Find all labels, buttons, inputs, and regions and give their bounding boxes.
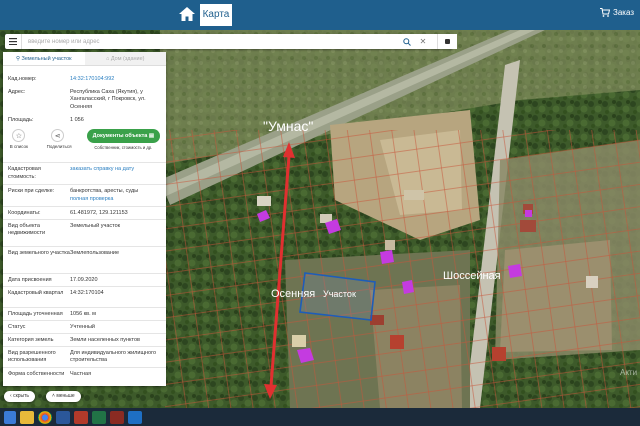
os-taskbar: [0, 408, 640, 426]
add-to-list-button[interactable]: ☆ В список: [9, 129, 29, 149]
cart-label: Заказ: [613, 8, 634, 17]
home-icon[interactable]: [179, 7, 195, 21]
field-cadastral-cost: Кадастровая стоимость: заказать справку …: [8, 166, 135, 180]
detail-row: Площадь уточненная 1056 кв. м: [8, 310, 96, 317]
close-icon: ✕: [419, 37, 427, 46]
excel-icon[interactable]: [92, 410, 106, 424]
detail-row: Категория земель Земли населенных пункто…: [8, 336, 140, 343]
field-cadastral-number: Кад.номер: 14:32:170104:992: [8, 76, 115, 82]
detail-row: Дата присвоения 17.09.2020: [8, 276, 98, 283]
document-icon: ▤: [148, 133, 155, 140]
layers-icon: [445, 39, 450, 44]
clear-button[interactable]: ✕: [415, 34, 431, 49]
share-icon: ⋖: [51, 129, 65, 143]
full-check-link[interactable]: полная проверка: [70, 196, 161, 203]
map-label-umnas: "Умнас": [263, 118, 313, 134]
panel-tabs: ⚲ Земельный участок ⌂ Дом (здание): [3, 52, 166, 66]
menu-button[interactable]: [5, 34, 22, 49]
start-icon[interactable]: [4, 410, 16, 424]
field-coordinates: Координаты: 61.481972, 129.121153: [8, 209, 128, 216]
search-input[interactable]: [22, 35, 399, 48]
share-button[interactable]: ⋖ Поделиться: [47, 129, 72, 149]
map-tab[interactable]: Карта: [200, 4, 232, 26]
less-button[interactable]: ˄ меньше: [46, 391, 81, 402]
detail-row: Вид объекта недвижимости Земельный участ…: [8, 222, 121, 237]
field-risks: Риски при сделке: банкротства, аресты, с…: [3, 188, 166, 203]
object-info-panel: ⚲ Земельный участок ⌂ Дом (здание) Кад.н…: [3, 52, 166, 386]
documents-button[interactable]: Документы объекта ▤ Собственник, стоимос…: [86, 129, 160, 150]
detail-row: Вид земельного участка Землепользование: [8, 249, 120, 256]
search-button[interactable]: [399, 34, 415, 49]
hamburger-icon: [9, 38, 17, 45]
layers-button[interactable]: [437, 34, 457, 49]
detail-row: Форма собственности Частная: [8, 370, 92, 377]
top-bar: Карта Заказ: [0, 0, 640, 30]
detail-row: Вид разрешенного использования Для индив…: [8, 349, 157, 364]
app-icon-red[interactable]: [74, 410, 88, 424]
cart-icon: [600, 8, 611, 17]
cart-button[interactable]: Заказ: [600, 8, 634, 17]
watermark: Акти: [620, 368, 637, 377]
chrome-icon[interactable]: [38, 410, 52, 424]
search-bar: ✕: [5, 34, 457, 49]
detail-row: Статус Учтенный: [8, 323, 95, 330]
map-label-uchastok: Участок: [323, 289, 356, 299]
app-icon-blue[interactable]: [128, 410, 142, 424]
field-area: Площадь: 1 056: [8, 117, 84, 124]
tab-land-plot[interactable]: ⚲ Земельный участок: [3, 52, 85, 65]
tab-building[interactable]: ⌂ Дом (здание): [84, 52, 166, 65]
search-icon: [403, 37, 411, 46]
file-explorer-icon[interactable]: [20, 410, 34, 424]
word-icon[interactable]: [56, 410, 70, 424]
map-label-shosseynaya: Шоссейная: [443, 270, 501, 282]
hide-panel-button[interactable]: ‹ скрыть: [4, 391, 36, 402]
star-icon: ☆: [12, 129, 26, 143]
map-label-osennyaya: Осенняя: [271, 288, 315, 300]
app-icon-dark-red[interactable]: [110, 410, 124, 424]
detail-row: Кадастровый квартал 14:32:170104: [8, 289, 104, 296]
field-address: Адрес: Республика Саха (Якутия), у Ханга…: [8, 89, 146, 110]
panel-actions: ☆ В список ⋖ Поделиться Документы объект…: [3, 129, 166, 159]
